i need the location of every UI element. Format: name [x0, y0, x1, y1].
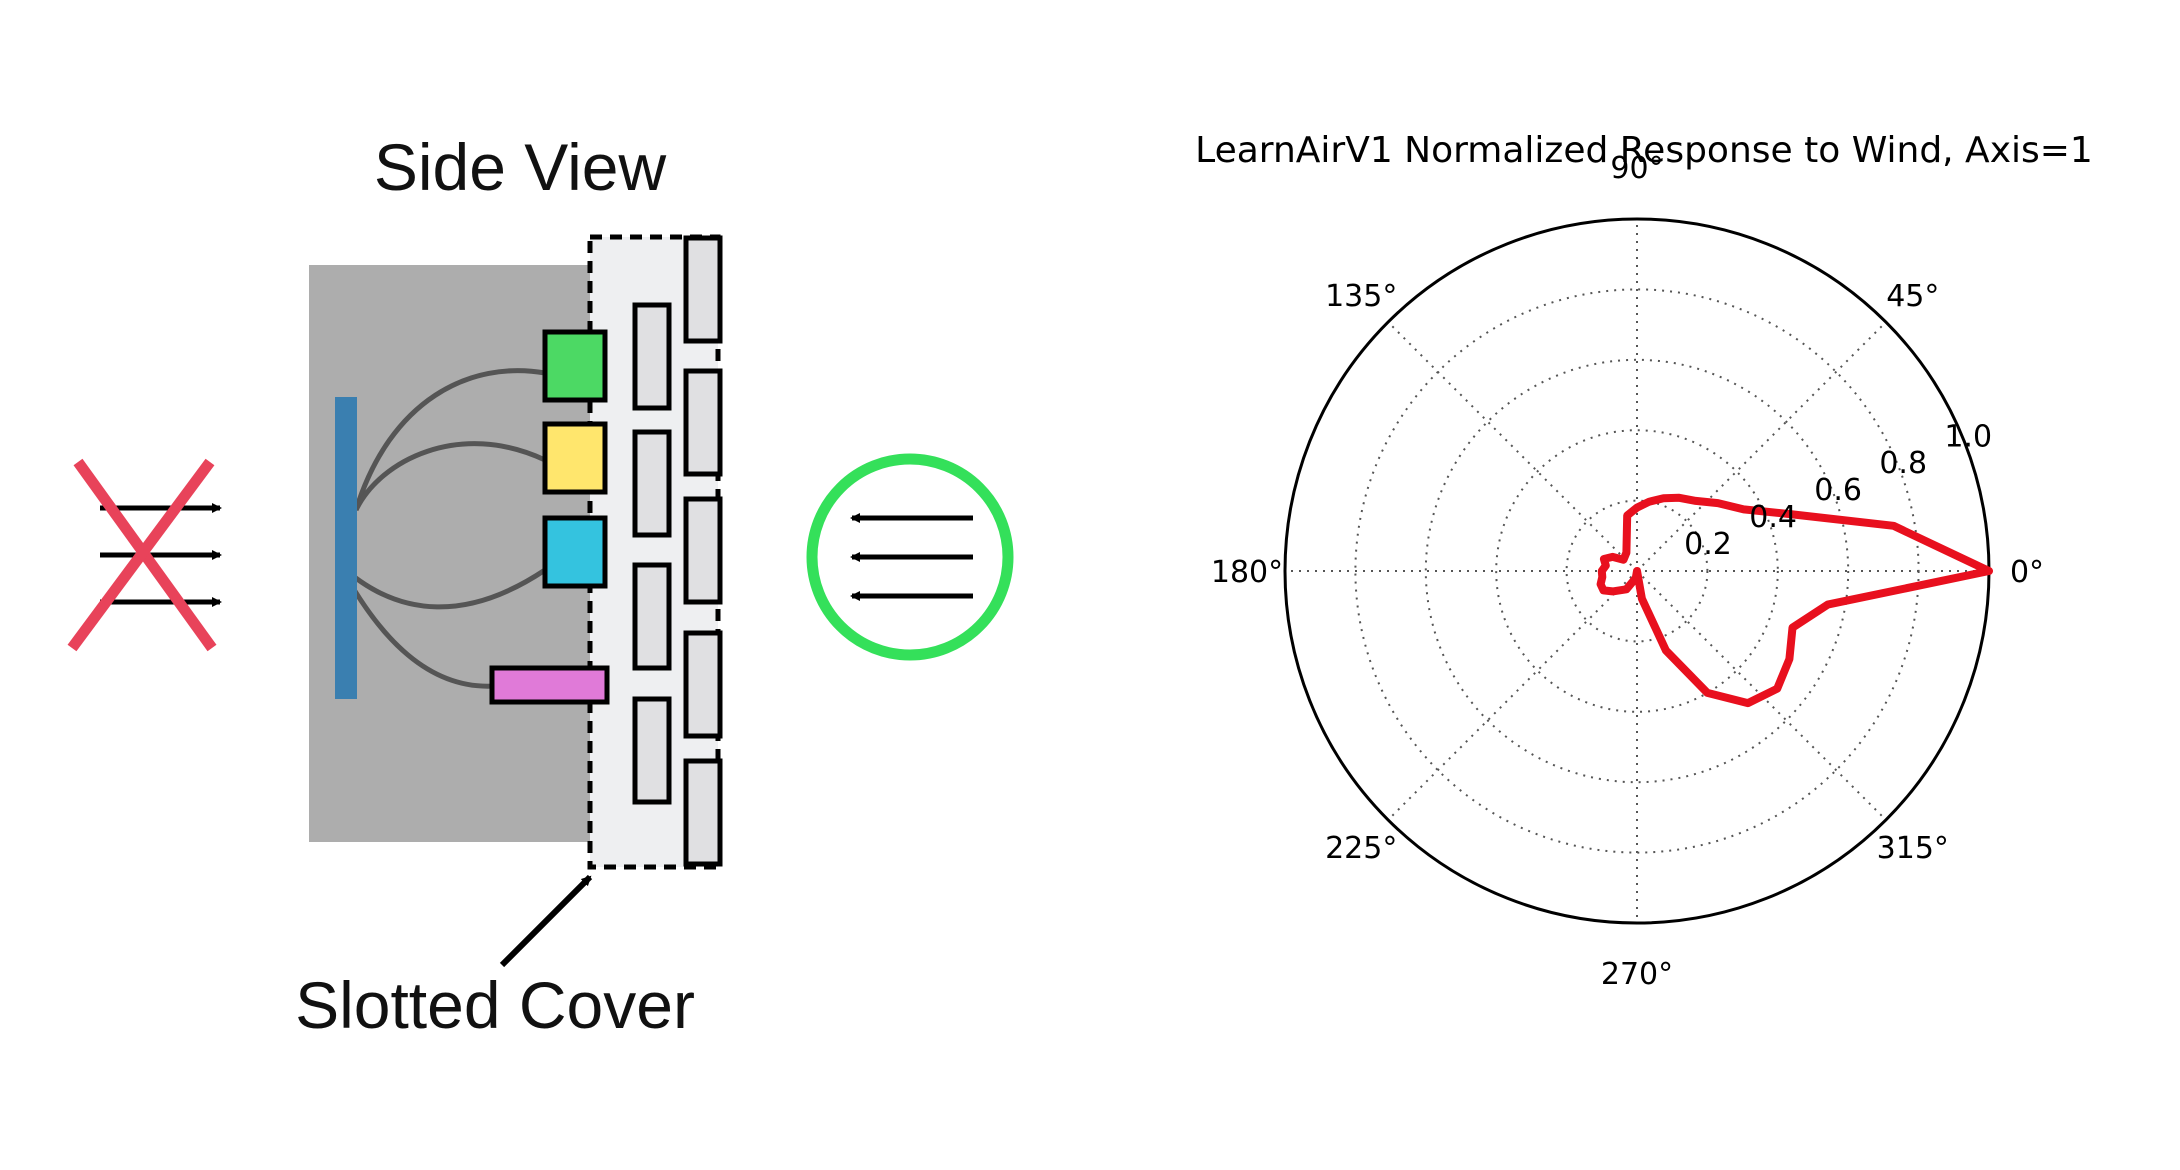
- side-view-diagram: Side View Slotted Cover: [67, 130, 1014, 1042]
- cover-pointer-arrow: [499, 874, 593, 968]
- cover-slot: [632, 429, 672, 538]
- radial-tick-label: 0.4: [1749, 500, 1797, 535]
- cover-slot: [683, 630, 723, 739]
- cover-slot: [683, 758, 723, 867]
- cover-slot: [632, 302, 672, 411]
- radial-tick-label: 0.6: [1814, 473, 1862, 508]
- cover-slot: [683, 496, 723, 605]
- sensor-cyan: [542, 515, 608, 589]
- angle-tick-label: 270°: [1601, 957, 1673, 992]
- angular-gridline: [1387, 570, 1638, 821]
- cover-slot: [683, 235, 723, 344]
- angle-tick-label: 45°: [1886, 279, 1939, 314]
- angle-tick-label: 90°: [1610, 151, 1663, 186]
- arrow-left-icon: [850, 513, 973, 601]
- circuit-board: [335, 397, 357, 699]
- polar-chart: LearnAirV1 Normalized Response to Wind, …: [1195, 130, 2093, 992]
- radial-tick-label: 0.8: [1879, 446, 1927, 481]
- angle-tick-label: 180°: [1211, 555, 1283, 590]
- radial-tick-label: 0.2: [1684, 527, 1732, 562]
- diagram-title: Side View: [374, 130, 667, 204]
- cover-label: Slotted Cover: [295, 968, 695, 1042]
- sensor-green: [542, 329, 608, 403]
- accepted-airflow: [806, 453, 1014, 661]
- angle-tick-label: 315°: [1877, 831, 1949, 866]
- sensor-yellow: [542, 421, 608, 495]
- figure-canvas: Side View Slotted Cover LearnAirV1 Norma…: [67, 130, 2093, 1042]
- angular-gridline: [1387, 321, 1638, 572]
- cover-slot: [632, 696, 672, 805]
- cover-slot: [683, 368, 723, 477]
- angle-tick-label: 0°: [2010, 555, 2044, 590]
- sensor-pink: [489, 665, 610, 705]
- radial-tick-label: 1.0: [1944, 419, 1992, 454]
- blocked-airflow: [67, 458, 222, 652]
- angle-tick-label: 225°: [1325, 831, 1397, 866]
- angle-tick-label: 135°: [1325, 279, 1397, 314]
- cover-slot: [632, 562, 672, 671]
